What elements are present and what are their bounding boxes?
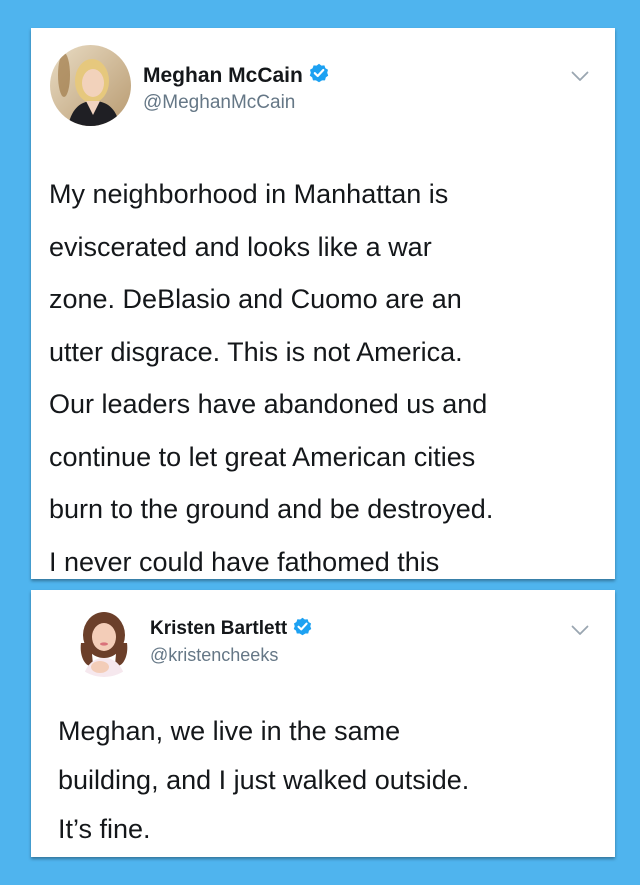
chevron-down-icon[interactable] [571, 69, 589, 87]
tweet-card-meghan-mccain[interactable]: Meghan McCain @MeghanMcCain My neighborh… [31, 28, 615, 579]
author-handle[interactable]: @MeghanMcCain [143, 92, 295, 114]
tweet-text-line: Meghan, we live in the same [58, 716, 401, 746]
chevron-down-icon[interactable] [571, 623, 589, 641]
tweet-text: Meghan, we live in the same building, an… [58, 707, 469, 854]
tweet-text-line: It’s fine. [58, 814, 151, 844]
author-handle[interactable]: @kristencheeks [150, 645, 278, 666]
tweet-text-line: My neighborhood in Manhattan is [49, 179, 449, 209]
avatar[interactable] [50, 45, 131, 126]
tweet-text-line: Our leaders have abandoned us and [49, 389, 488, 419]
tweet-text: My neighborhood in Manhattan is eviscera… [49, 168, 493, 588]
author-name-row: Kristen Bartlett [150, 617, 312, 641]
tweet-text-line: utter disgrace. This is not America. [49, 336, 463, 367]
verified-badge-icon [293, 617, 312, 641]
tweet-text-line: I never could have fathomed this [49, 546, 440, 577]
author-name[interactable]: Kristen Bartlett [150, 618, 287, 640]
tweet-text-line: eviscerated and looks like a war [49, 231, 432, 262]
author-name[interactable]: Meghan McCain [143, 64, 303, 88]
avatar[interactable] [67, 603, 141, 677]
tweet-text-line: burn to the ground and be destroyed. [49, 494, 494, 524]
verified-badge-icon [309, 63, 329, 88]
tweet-text-line: continue to let great American cities [49, 441, 476, 472]
tweet-text-line: building, and I just walked outside. [58, 765, 470, 795]
author-name-row: Meghan McCain [143, 63, 329, 88]
tweet-text-line: zone. DeBlasio and Cuomo are an [49, 284, 462, 314]
tweet-card-kristen-bartlett[interactable]: Kristen Bartlett @kristencheeks Meghan, … [31, 590, 615, 857]
